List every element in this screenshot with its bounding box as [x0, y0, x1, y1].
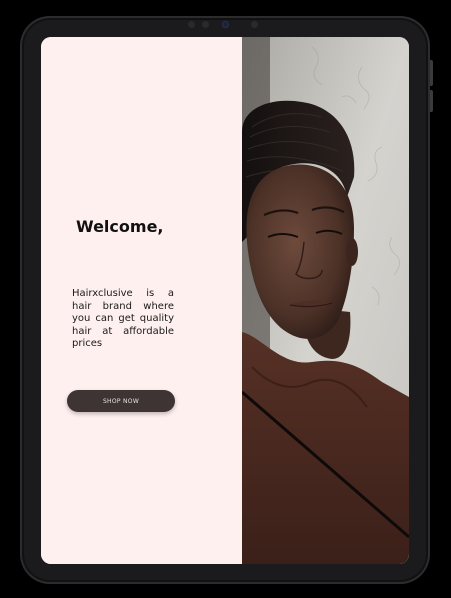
sensor-dot — [251, 21, 258, 28]
ear — [346, 238, 358, 266]
woman-portrait-image — [242, 37, 409, 564]
portrait-photo — [242, 37, 409, 564]
sensor-dot — [202, 21, 209, 28]
hero-text-panel: Welcome, Hairxclusive is a hair brand wh… — [41, 37, 242, 564]
front-sensor-bar — [188, 21, 268, 29]
volume-up-button — [430, 60, 433, 86]
tablet-screen: Welcome, Hairxclusive is a hair brand wh… — [41, 37, 409, 564]
shop-now-button[interactable]: SHOP NOW — [67, 390, 175, 412]
welcome-heading: Welcome, — [76, 217, 164, 236]
camera-icon — [222, 21, 229, 28]
sensor-dot — [188, 21, 195, 28]
brand-tagline: Hairxclusive is a hair brand where you c… — [72, 288, 174, 349]
volume-down-button — [430, 90, 433, 112]
